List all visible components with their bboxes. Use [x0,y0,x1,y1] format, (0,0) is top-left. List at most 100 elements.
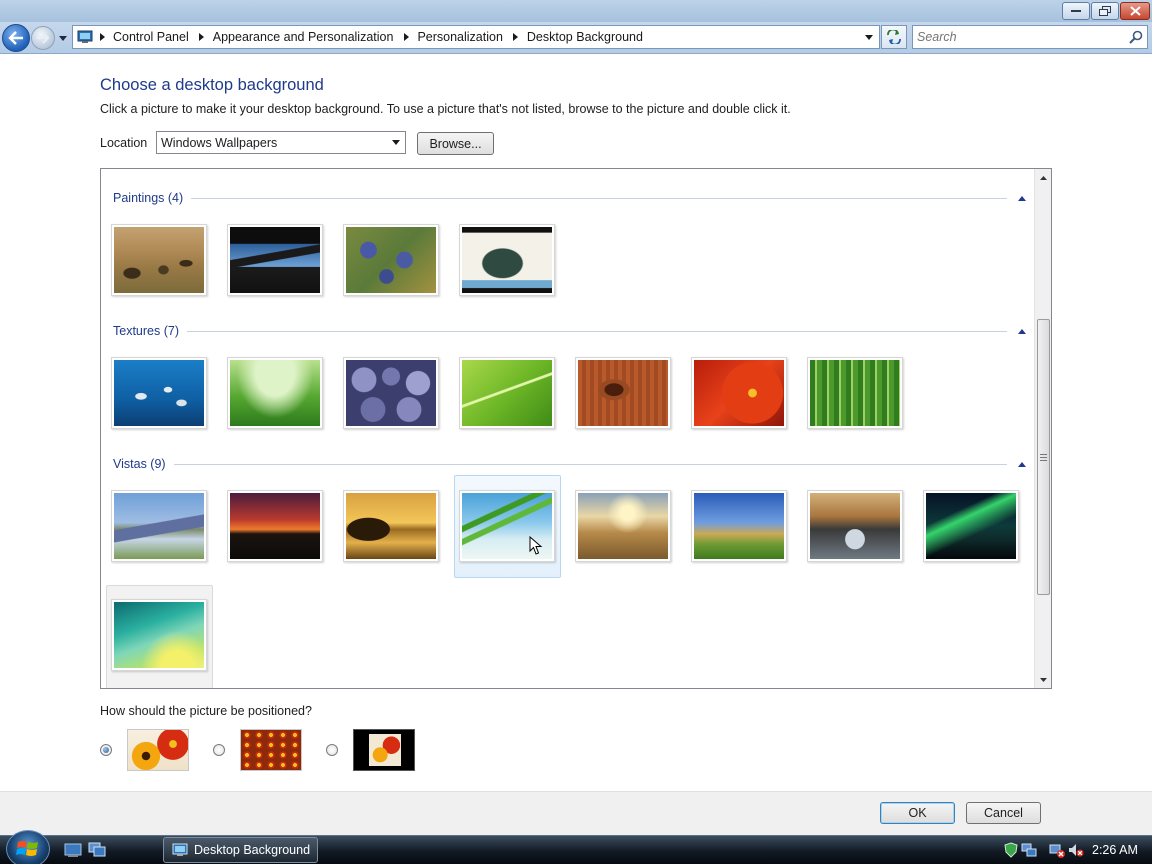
radio-tile[interactable] [213,744,225,756]
close-icon [1129,6,1141,16]
wallpaper-thumbnail[interactable] [923,490,1019,562]
group-header-paintings[interactable]: Paintings (4) [113,190,1027,206]
mouse-cursor-icon [529,536,543,555]
vertical-scrollbar[interactable] [1034,169,1051,688]
group-header-textures[interactable]: Textures (7) [113,323,1027,339]
vista-thumbnail-8 [926,493,1016,559]
wallpaper-gallery: Paintings (4) Textures (7) Vistas (9) [100,168,1052,689]
position-tile-preview[interactable] [240,729,302,771]
forward-button[interactable] [31,26,55,50]
vista-thumbnail-1 [114,493,204,559]
breadcrumb-separator[interactable] [399,33,413,41]
collapse-icon[interactable] [1017,459,1027,469]
group-title: Vistas (9) [113,457,166,471]
restore-icon [1099,6,1111,16]
texture-thumbnail-7 [810,360,900,426]
vista-thumbnail-5 [578,493,668,559]
dialog-footer: OK Cancel [0,791,1152,835]
group-divider [173,463,1007,465]
wallpaper-thumbnail[interactable] [343,490,439,562]
wallpaper-thumbnail[interactable] [807,490,903,562]
search-input[interactable] [917,29,1117,45]
taskbar-clock[interactable]: 2:26 AM [1092,843,1138,857]
start-button[interactable] [6,830,50,864]
refresh-button[interactable] [881,25,907,49]
wallpaper-thumbnail[interactable] [227,224,323,296]
group-header-vistas[interactable]: Vistas (9) [113,456,1027,472]
collapse-icon[interactable] [1017,193,1027,203]
wallpaper-thumbnail[interactable] [227,357,323,429]
breadcrumb-separator[interactable] [509,33,523,41]
texture-thumbnail-1 [114,360,204,426]
network-disconnected-icon[interactable] [1049,842,1065,858]
breadcrumb-control-panel[interactable]: Control Panel [109,30,195,44]
group-divider [187,330,1007,332]
search-box[interactable] [912,25,1148,49]
ok-button[interactable]: OK [880,802,955,824]
scroll-down-button[interactable] [1035,671,1051,688]
dropdown-arrow[interactable] [387,132,405,153]
group-divider [191,197,1007,199]
browse-button[interactable]: Browse... [417,132,494,155]
wallpaper-thumbnail[interactable] [227,490,323,562]
wallpaper-thumbnail[interactable] [575,490,671,562]
texture-thumbnail-3 [346,360,436,426]
breadcrumb-personalization[interactable]: Personalization [413,30,508,44]
taskbar: Desktop Background 2:26 AM [0,830,1152,864]
texture-thumbnail-4 [462,360,552,426]
show-desktop-icon[interactable] [64,842,82,858]
breadcrumb-separator[interactable] [195,33,209,41]
wallpaper-thumbnail[interactable] [807,357,903,429]
wallpaper-thumbnail[interactable] [691,490,787,562]
refresh-icon [887,30,901,44]
wallpaper-thumbnail-selected[interactable] [111,599,207,671]
address-bar[interactable]: Control Panel Appearance and Personaliza… [72,25,880,49]
navigation-bar: Control Panel Appearance and Personaliza… [0,22,1152,54]
wallpaper-thumbnail[interactable] [343,357,439,429]
wallpaper-thumbnail[interactable] [343,224,439,296]
breadcrumb-desktop-background[interactable]: Desktop Background [523,30,649,44]
wallpaper-thumbnail[interactable] [691,357,787,429]
volume-muted-icon[interactable] [1068,842,1084,858]
switch-windows-icon[interactable] [88,842,106,858]
address-dropdown-button[interactable] [863,31,875,43]
scroll-thumb[interactable] [1037,319,1050,595]
taskbar-item-label: Desktop Background [194,843,311,857]
maximize-button[interactable] [1091,2,1119,20]
recent-pages-button[interactable] [57,33,69,43]
minimize-button[interactable] [1062,2,1090,20]
collapse-icon[interactable] [1017,326,1027,336]
network-icon[interactable] [1021,842,1037,858]
center-preview-image [369,734,401,766]
wallpaper-thumbnail[interactable] [459,224,555,296]
scroll-up-button[interactable] [1035,169,1051,186]
position-fit-preview[interactable] [127,729,189,771]
group-title: Paintings (4) [113,191,184,205]
wallpaper-thumbnail[interactable] [111,224,207,296]
vista-thumbnail-9 [114,602,204,668]
wallpaper-thumbnail[interactable] [111,357,207,429]
grip-icon [1040,453,1047,461]
fit-preview-image [128,730,188,770]
painting-thumbnail-4 [462,227,552,293]
radio-fit-to-screen[interactable] [100,744,112,756]
position-center-preview[interactable] [353,729,415,771]
cancel-button[interactable]: Cancel [966,802,1041,824]
chevron-down-icon [59,35,67,41]
wallpaper-thumbnail[interactable] [111,490,207,562]
close-button[interactable] [1120,2,1150,20]
chevron-up-icon [1039,175,1047,180]
control-panel-icon [172,843,188,856]
wallpaper-thumbnail[interactable] [575,357,671,429]
radio-center[interactable] [326,744,338,756]
breadcrumb-appearance[interactable]: Appearance and Personalization [209,30,400,44]
search-icon[interactable] [1129,30,1143,44]
security-center-icon[interactable] [1003,842,1019,858]
tile-preview-image [241,730,301,770]
wallpaper-thumbnail[interactable] [459,357,555,429]
painting-thumbnail-3 [346,227,436,293]
breadcrumb-separator[interactable] [95,33,109,41]
taskbar-item-desktop-background[interactable]: Desktop Background [163,837,318,863]
back-button[interactable] [2,24,30,52]
location-dropdown[interactable]: Windows Wallpapers [156,131,406,154]
